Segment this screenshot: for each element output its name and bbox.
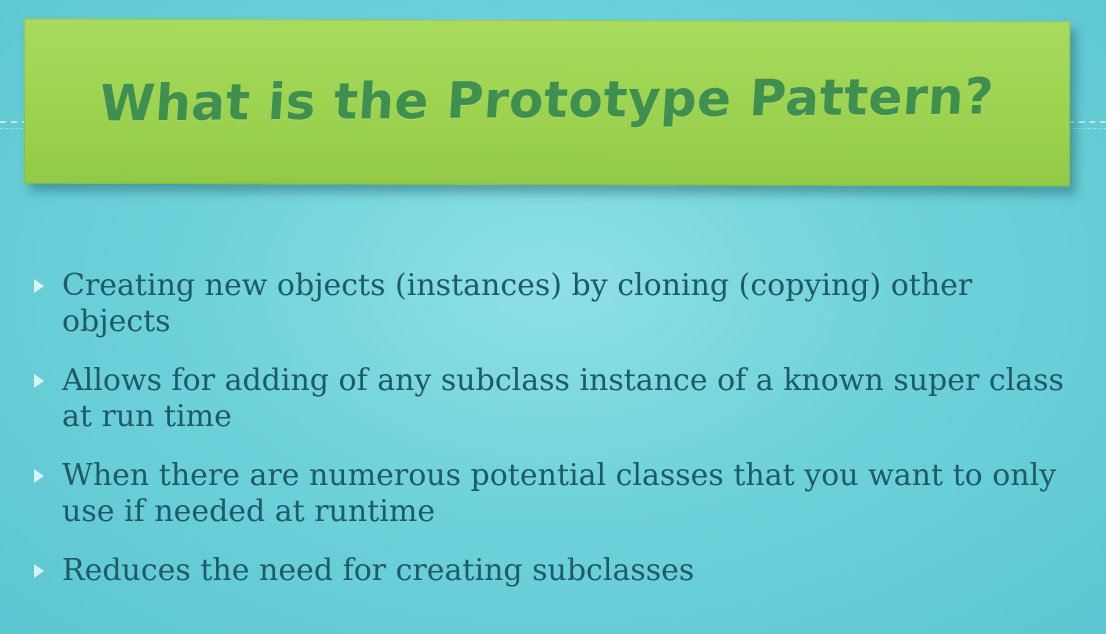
stitch-decoration-right-secondary	[1068, 128, 1106, 129]
stitch-decoration-right	[1068, 121, 1106, 123]
title-banner: What is the Prototype Pattern?	[23, 18, 1071, 187]
triangle-right-icon	[34, 374, 44, 388]
triangle-right-icon	[34, 279, 44, 293]
bullet-text: Creating new objects (instances) by clon…	[62, 268, 973, 339]
triangle-right-icon	[34, 564, 44, 578]
bullet-item: When there are numerous potential classe…	[32, 458, 1072, 530]
slide-title: What is the Prototype Pattern?	[98, 66, 996, 133]
bullet-list: Creating new objects (instances) by clon…	[32, 268, 1072, 612]
bullet-text: When there are numerous potential classe…	[62, 458, 1057, 529]
slide: What is the Prototype Pattern? Creating …	[0, 0, 1106, 634]
bullet-text: Reduces the need for creating subclasses	[62, 553, 695, 588]
bullet-item: Reduces the need for creating subclasses	[32, 553, 1072, 589]
bullet-item: Allows for adding of any subclass instan…	[32, 363, 1072, 435]
bullet-text: Allows for adding of any subclass instan…	[62, 363, 1064, 434]
bullet-item: Creating new objects (instances) by clon…	[32, 268, 1072, 340]
triangle-right-icon	[34, 469, 44, 483]
